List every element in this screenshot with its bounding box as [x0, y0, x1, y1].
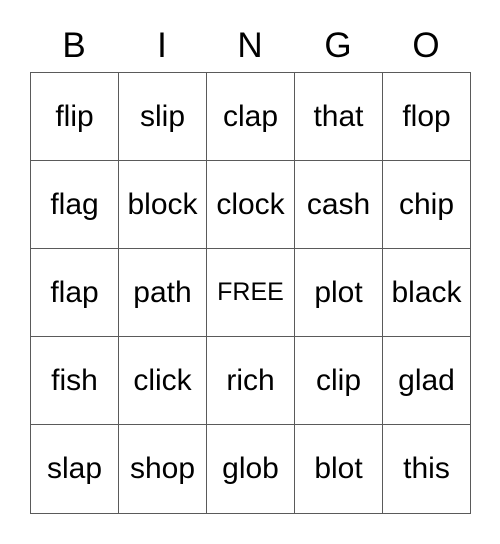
bingo-cell-label: rich: [226, 363, 275, 397]
bingo-cell-free-space[interactable]: FREE: [207, 249, 295, 337]
bingo-cell-label: cash: [306, 187, 371, 221]
bingo-cell[interactable]: that: [295, 73, 383, 161]
bingo-cell-label: blot: [314, 452, 363, 485]
bingo-cell[interactable]: plot: [295, 249, 383, 337]
bingo-cell-label: clap: [222, 99, 279, 133]
bingo-cell[interactable]: shop: [119, 425, 207, 514]
bingo-cell[interactable]: black: [383, 249, 471, 337]
bingo-cell-label: black: [391, 275, 462, 309]
bingo-cell-label: flip: [55, 99, 94, 133]
bingo-cell-label: flop: [402, 99, 451, 133]
bingo-cell-label: glob: [222, 452, 279, 485]
bingo-cell-label: slap: [46, 452, 103, 485]
bingo-cell-label: this: [403, 452, 450, 485]
bingo-cell[interactable]: clock: [207, 161, 295, 249]
bingo-cell-label: click: [133, 363, 192, 397]
bingo-cell[interactable]: clip: [295, 337, 383, 425]
bingo-header-letter-g: G: [324, 25, 352, 65]
bingo-cell-label: chip: [398, 187, 455, 221]
bingo-card: B I N G O flip slip clap that flop flag …: [30, 18, 471, 514]
bingo-cell[interactable]: cash: [295, 161, 383, 249]
bingo-header-letter-i: I: [157, 25, 167, 65]
bingo-cell[interactable]: flip: [31, 73, 119, 161]
bingo-cell-label: flap: [50, 275, 99, 309]
bingo-cell[interactable]: clap: [207, 73, 295, 161]
bingo-cell[interactable]: path: [119, 249, 207, 337]
bingo-cell[interactable]: flap: [31, 249, 119, 337]
bingo-header-letter-b: B: [62, 25, 86, 65]
bingo-cell-label: path: [133, 275, 192, 309]
bingo-grid: flip slip clap that flop flag block cloc…: [30, 72, 471, 514]
bingo-cell-label: that: [313, 99, 364, 133]
bingo-cell[interactable]: flop: [383, 73, 471, 161]
bingo-cell[interactable]: flag: [31, 161, 119, 249]
bingo-row: flag block clock cash chip: [31, 161, 471, 249]
bingo-cell-label: flag: [50, 187, 99, 221]
bingo-header-letter-n: N: [237, 25, 263, 65]
bingo-row: flip slip clap that flop: [31, 73, 471, 161]
bingo-cell[interactable]: slip: [119, 73, 207, 161]
bingo-cell-label: slip: [139, 99, 185, 133]
bingo-row: slap shop glob blot this: [31, 425, 471, 514]
bingo-cell[interactable]: fish: [31, 337, 119, 425]
bingo-cell-label: shop: [129, 452, 196, 485]
bingo-cell-label: plot: [314, 275, 363, 309]
bingo-cell-label: glad: [398, 363, 455, 397]
bingo-header-letter-o: O: [412, 25, 440, 65]
bingo-cell-label: FREE: [217, 278, 284, 306]
bingo-cell[interactable]: click: [119, 337, 207, 425]
bingo-cell-label: clip: [315, 363, 361, 397]
bingo-cell[interactable]: glad: [383, 337, 471, 425]
bingo-cell[interactable]: slap: [31, 425, 119, 514]
bingo-cell[interactable]: block: [119, 161, 207, 249]
bingo-cell[interactable]: glob: [207, 425, 295, 514]
bingo-cell[interactable]: this: [383, 425, 471, 514]
bingo-cell[interactable]: chip: [383, 161, 471, 249]
bingo-cell-label: clock: [216, 187, 285, 221]
bingo-row: flap path FREE plot black: [31, 249, 471, 337]
bingo-cell-label: block: [127, 187, 198, 221]
bingo-cell[interactable]: rich: [207, 337, 295, 425]
bingo-row: fish click rich clip glad: [31, 337, 471, 425]
bingo-header-row: B I N G O: [30, 18, 470, 72]
bingo-cell-label: fish: [51, 363, 98, 397]
bingo-cell[interactable]: blot: [295, 425, 383, 514]
